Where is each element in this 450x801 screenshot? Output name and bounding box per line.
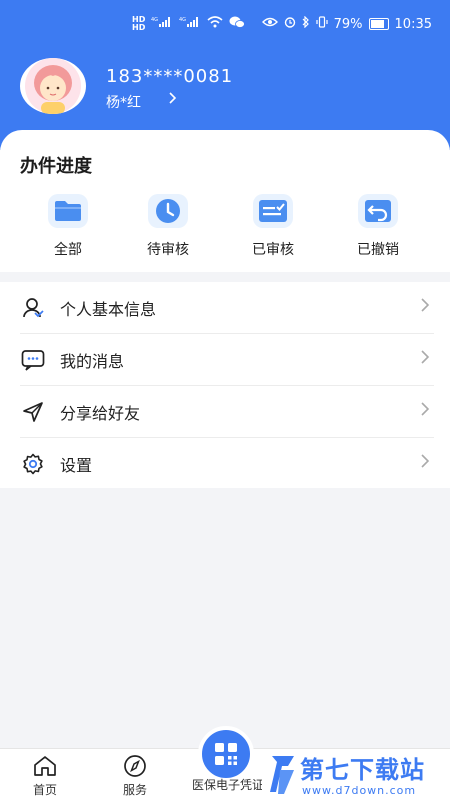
svg-text:4G: 4G <box>179 17 186 23</box>
vibrate-icon <box>316 16 328 32</box>
progress-item-all[interactable]: 全部 <box>28 194 108 259</box>
watermark-url: www.d7down.com <box>302 784 417 797</box>
chevron-right-icon <box>420 297 430 317</box>
folder-icon <box>48 194 88 228</box>
menu-item-label: 分享给好友 <box>60 403 141 423</box>
menu-item-profile[interactable]: 个人基本信息 <box>20 282 434 334</box>
menu-item-share[interactable]: 分享给好友 <box>20 386 434 438</box>
chevron-right-icon <box>420 453 430 473</box>
progress-item-pending[interactable]: 待审核 <box>128 194 208 259</box>
share-icon <box>20 399 46 425</box>
battery-percent: 79% <box>333 16 363 32</box>
chevron-right-icon[interactable] <box>168 90 178 109</box>
profile-header: HD HD 4G 4G 79% 10:35 183****0081 杨*红 <box>0 0 450 150</box>
menu-item-messages[interactable]: 我的消息 <box>20 334 434 386</box>
menu-item-label: 个人基本信息 <box>60 299 157 319</box>
user-name[interactable]: 杨*红 <box>106 92 141 112</box>
tab-home[interactable]: 首页 <box>10 755 80 798</box>
alarm-icon <box>284 16 296 32</box>
message-icon <box>20 347 46 373</box>
progress-card: 办件进度 全部 待审核 已审核 已撤销 <box>0 130 450 272</box>
home-icon <box>10 755 80 777</box>
battery-icon <box>368 18 389 30</box>
status-time: 10:35 <box>394 16 432 32</box>
progress-title: 办件进度 <box>20 156 92 177</box>
tab-label: 首页 <box>32 783 57 797</box>
status-bar: HD HD 4G 4G 79% 10:35 <box>0 14 450 40</box>
4g-signal-icon: 4G <box>151 16 173 32</box>
progress-item-label: 待审核 <box>147 242 189 258</box>
user-icon <box>20 295 46 321</box>
watermark-logo-icon <box>268 752 298 796</box>
eye-icon <box>261 16 278 32</box>
hd-signal-icon: HD HD <box>132 15 146 32</box>
progress-item-label: 已审核 <box>252 242 294 258</box>
bluetooth-icon <box>302 15 310 32</box>
chevron-right-icon <box>420 349 430 369</box>
clock-icon <box>148 194 188 228</box>
watermark-title: 第七下载站 <box>300 756 425 784</box>
checked-list-icon <box>253 194 293 228</box>
progress-item-reviewed[interactable]: 已审核 <box>233 194 313 259</box>
gear-icon <box>20 451 46 477</box>
progress-item-label: 全部 <box>54 242 82 258</box>
compass-icon <box>100 755 170 777</box>
menu-item-label: 设置 <box>60 455 93 475</box>
wechat-icon <box>229 16 246 32</box>
chevron-right-icon <box>420 401 430 421</box>
wifi-icon <box>207 16 223 32</box>
tab-service[interactable]: 服务 <box>100 755 170 798</box>
progress-item-revoked[interactable]: 已撤销 <box>338 194 418 259</box>
svg-text:4G: 4G <box>151 17 158 23</box>
progress-item-label: 已撤销 <box>357 242 399 258</box>
user-phone: 183****0081 <box>106 66 234 87</box>
tab-label: 服务 <box>122 783 147 797</box>
undo-icon <box>358 194 398 228</box>
menu-item-label: 我的消息 <box>60 351 125 371</box>
qrcode-icon <box>215 743 237 765</box>
avatar[interactable] <box>20 58 86 114</box>
settings-menu: 个人基本信息 我的消息 分享给好友 设置 <box>0 282 450 488</box>
medical-qrcode-button[interactable] <box>198 726 254 782</box>
4g-signal-icon: 4G <box>179 16 201 32</box>
menu-item-settings[interactable]: 设置 <box>20 438 434 489</box>
